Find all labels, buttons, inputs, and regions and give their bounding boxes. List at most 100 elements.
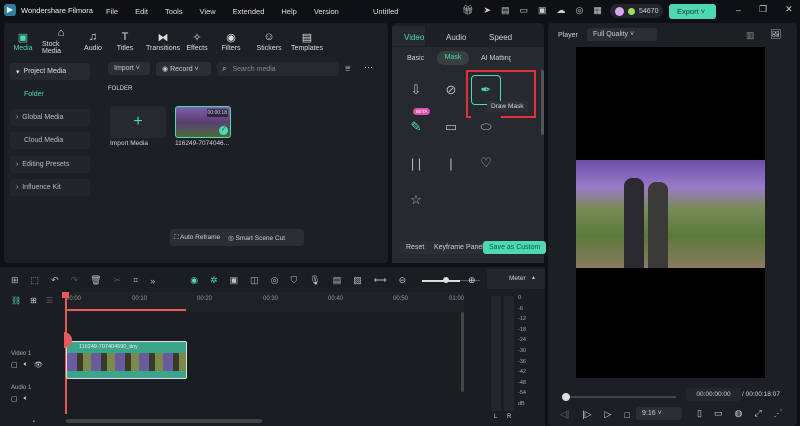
layout-icon[interactable]: ▭ [520, 5, 529, 16]
audio-icon[interactable]: ◍ [734, 408, 742, 419]
snapshot-icon[interactable]: 🖼︎ [770, 29, 781, 40]
tab-templates[interactable]: ▤ Templates [288, 31, 326, 52]
menu-tools[interactable]: Tools [165, 7, 183, 16]
prev-frame-icon[interactable]: ◁| [560, 409, 569, 420]
menu-help[interactable]: Help [281, 7, 296, 16]
save-icon[interactable]: ▣ [538, 5, 547, 16]
meter-header[interactable]: Meter ▲ [487, 269, 545, 289]
cloud-icon[interactable]: ☁ [557, 5, 566, 16]
gift-icon[interactable]: 🎁︎ [462, 5, 473, 16]
heart-mask-button[interactable]: ♡ [471, 148, 501, 178]
sidebar-item-folder[interactable]: Folder [10, 86, 90, 103]
tab-effects[interactable]: ✧ Effects [182, 31, 212, 52]
import-dropdown[interactable]: Import ˅ [108, 62, 150, 75]
send-icon[interactable]: ➤ [483, 5, 491, 16]
import-media-tile[interactable]: + [110, 106, 166, 138]
link-icon[interactable]: ⛓ [11, 296, 21, 305]
track-list-icon[interactable]: ▤ [333, 275, 342, 286]
rectangle-mask-button[interactable]: ▭ [436, 112, 466, 142]
add-track-icon[interactable]: ⊞ [30, 296, 37, 305]
timeline-vscrollbar[interactable] [461, 312, 464, 392]
sidebar-item-cloud-media[interactable]: Cloud Media [10, 132, 90, 149]
delete-icon[interactable]: 🗑︎ [90, 275, 101, 286]
zoom-out-icon[interactable]: ⊖ [399, 275, 407, 286]
stop-icon[interactable]: □ [624, 410, 629, 420]
more-player-icon[interactable]: ⋰ [774, 408, 783, 419]
star-mask-button[interactable]: ☆ [401, 185, 431, 215]
zoom-slider-track[interactable] [422, 280, 460, 282]
properties-scrollbar[interactable] [541, 70, 544, 135]
undo-icon[interactable]: ↶ [51, 275, 59, 286]
mic-icon[interactable]: 🎙︎ [309, 275, 320, 286]
scrubber-handle[interactable] [562, 393, 570, 401]
keyframe-panel-button[interactable]: Keyframe Panel [428, 241, 490, 254]
credits-badge[interactable]: 54670 [610, 4, 664, 18]
cut-icon[interactable]: ✂ [114, 275, 122, 286]
fullscreen-icon[interactable]: ⤢ [754, 408, 761, 419]
scrubber-track[interactable] [570, 396, 676, 398]
more-icon[interactable]: ⋯ [364, 62, 373, 73]
zoom-in-icon[interactable]: ⊕ [468, 275, 476, 286]
filter-sort-icon[interactable]: ⩸ [345, 63, 350, 74]
apps-icon[interactable]: ▦ [593, 5, 602, 16]
export-button[interactable]: Export ˅ [669, 4, 716, 19]
menu-file[interactable]: File [106, 7, 118, 16]
replace-icon[interactable]: ▣ [230, 275, 239, 286]
menu-version[interactable]: Version [314, 7, 339, 16]
sidebar-item-editing-presets[interactable]: › Editing Presets [10, 156, 90, 173]
select-icon[interactable]: ⬚ [31, 275, 40, 286]
pip-icon[interactable]: ▧ [353, 275, 362, 286]
menu-edit[interactable]: Edit [135, 7, 148, 16]
redo-icon[interactable]: ↷ [71, 275, 79, 286]
tab-video[interactable]: Video [404, 33, 424, 42]
avatar[interactable] [615, 6, 624, 16]
mark-icon[interactable]: ▯ [697, 408, 702, 419]
sidebar-item-influence-kit[interactable]: › Influence Kit [10, 179, 90, 196]
tasks-icon[interactable]: ▤ [501, 5, 510, 16]
menu-extended[interactable]: Extended [233, 7, 265, 16]
sidebar-item-global-media[interactable]: › Global Media [10, 109, 90, 126]
close-icon[interactable]: ✕ [785, 4, 793, 15]
tab-stock-media[interactable]: ⌂ Stock Media [42, 27, 80, 55]
playhead-handle[interactable] [62, 292, 69, 298]
tab-audio[interactable]: ♫ Audio [80, 31, 106, 52]
reset-button[interactable]: Reset [400, 241, 431, 254]
crop-icon[interactable]: ⌗ [133, 275, 138, 286]
subtab-basic[interactable]: Basic [407, 55, 424, 62]
support-icon[interactable]: ◎ [576, 5, 584, 16]
track-manage-icon[interactable]: ☰ [46, 296, 53, 305]
render-icon[interactable]: ◎ [271, 275, 279, 286]
folder-lock-icon[interactable]: ▢ [11, 361, 18, 369]
camera-icon[interactable]: ◫ [250, 275, 259, 286]
tab-stickers[interactable]: ☺ Stickers [250, 31, 288, 52]
tab-transitions[interactable]: ⧓ Transitions [144, 31, 182, 52]
save-as-custom-button[interactable]: Save as Custom [483, 241, 547, 254]
quality-dropdown[interactable]: Full Quality ˅ [587, 28, 657, 41]
current-time[interactable]: 00:00:00:00 [686, 388, 741, 401]
subtab-ai-matting[interactable]: AI Matting [481, 55, 511, 62]
record-dropdown[interactable]: ◉ Record ˅ [156, 62, 211, 76]
ellipse-mask-button[interactable]: ⬭ [471, 112, 501, 142]
smart-scene-cut-button[interactable]: ◎ Smart Scene Cut [228, 234, 285, 242]
shield-icon[interactable]: ⛉ [291, 275, 298, 286]
minimize-icon[interactable]: – [736, 5, 741, 15]
tab-titles[interactable]: T Titles [106, 31, 144, 52]
play-icon[interactable]: ▷ [605, 409, 612, 420]
tab-media[interactable]: ▣ Media [4, 31, 42, 52]
speaker-icon[interactable]: 🔈︎ [24, 361, 28, 369]
sidebar-item-project-media[interactable]: ▾ Project Media [10, 63, 90, 80]
folder-lock-icon[interactable]: ▢ [11, 395, 18, 403]
single-line-mask-button[interactable]: | [436, 148, 466, 178]
media-clip-thumbnail[interactable]: 00:00:18 ✓ [175, 106, 231, 138]
bug-icon[interactable]: ✲ [210, 275, 218, 286]
auto-reframe-button[interactable]: ⛶ Auto Reframe [174, 234, 220, 242]
no-mask-button[interactable]: ⊘ [436, 75, 466, 105]
double-line-mask-button[interactable]: | | [401, 148, 431, 178]
display-icon[interactable]: ▭ [714, 408, 723, 419]
subtab-mask[interactable]: Mask [437, 51, 469, 65]
layout-grid-icon[interactable]: ⊞ [11, 275, 19, 286]
search-input[interactable]: ⌕ Search media [217, 62, 339, 76]
next-frame-icon[interactable]: |▷ [582, 409, 591, 420]
import-mask-button[interactable]: ⇩ [401, 75, 431, 105]
video-clip[interactable]: 116249-707404690_tiny [66, 341, 187, 379]
